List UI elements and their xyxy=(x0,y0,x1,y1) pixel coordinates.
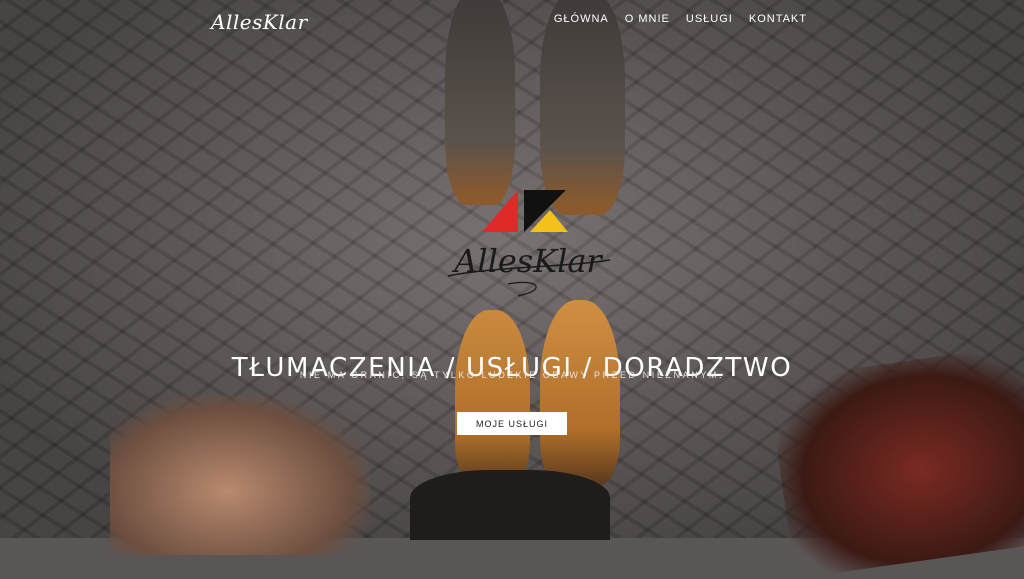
hero-photo-boot xyxy=(540,300,620,485)
hero-photo-hand xyxy=(110,395,370,555)
nav-item-uslugi[interactable]: USŁUGI xyxy=(686,13,733,25)
moje-uslugi-button[interactable]: MOJE USŁUGI xyxy=(457,412,567,435)
hero-photo-legs xyxy=(410,470,610,540)
hero-subtitle: NIE MA GRANIC, SĄ TYLKO LUDZKIE OBAWY PR… xyxy=(299,370,725,380)
hero-logo-emblem: AllesKlar xyxy=(438,186,618,306)
hero-photo-boot xyxy=(445,0,515,205)
nav-item-kontakt[interactable]: KONTAKT xyxy=(749,13,807,25)
main-nav: GŁÓWNA O MNIE USŁUGI KONTAKT xyxy=(554,13,807,25)
emblem-red-triangle xyxy=(482,190,518,232)
hero-photo-boot xyxy=(540,0,625,215)
hero-photo-boot xyxy=(455,310,530,485)
site-logo[interactable]: AllesKlar xyxy=(211,10,308,34)
hero-logo-text: AllesKlar xyxy=(451,242,603,280)
nav-item-glowna[interactable]: GŁÓWNA xyxy=(554,13,609,25)
nav-item-o-mnie[interactable]: O MNIE xyxy=(625,13,670,25)
logo-swash-loop xyxy=(507,281,537,297)
